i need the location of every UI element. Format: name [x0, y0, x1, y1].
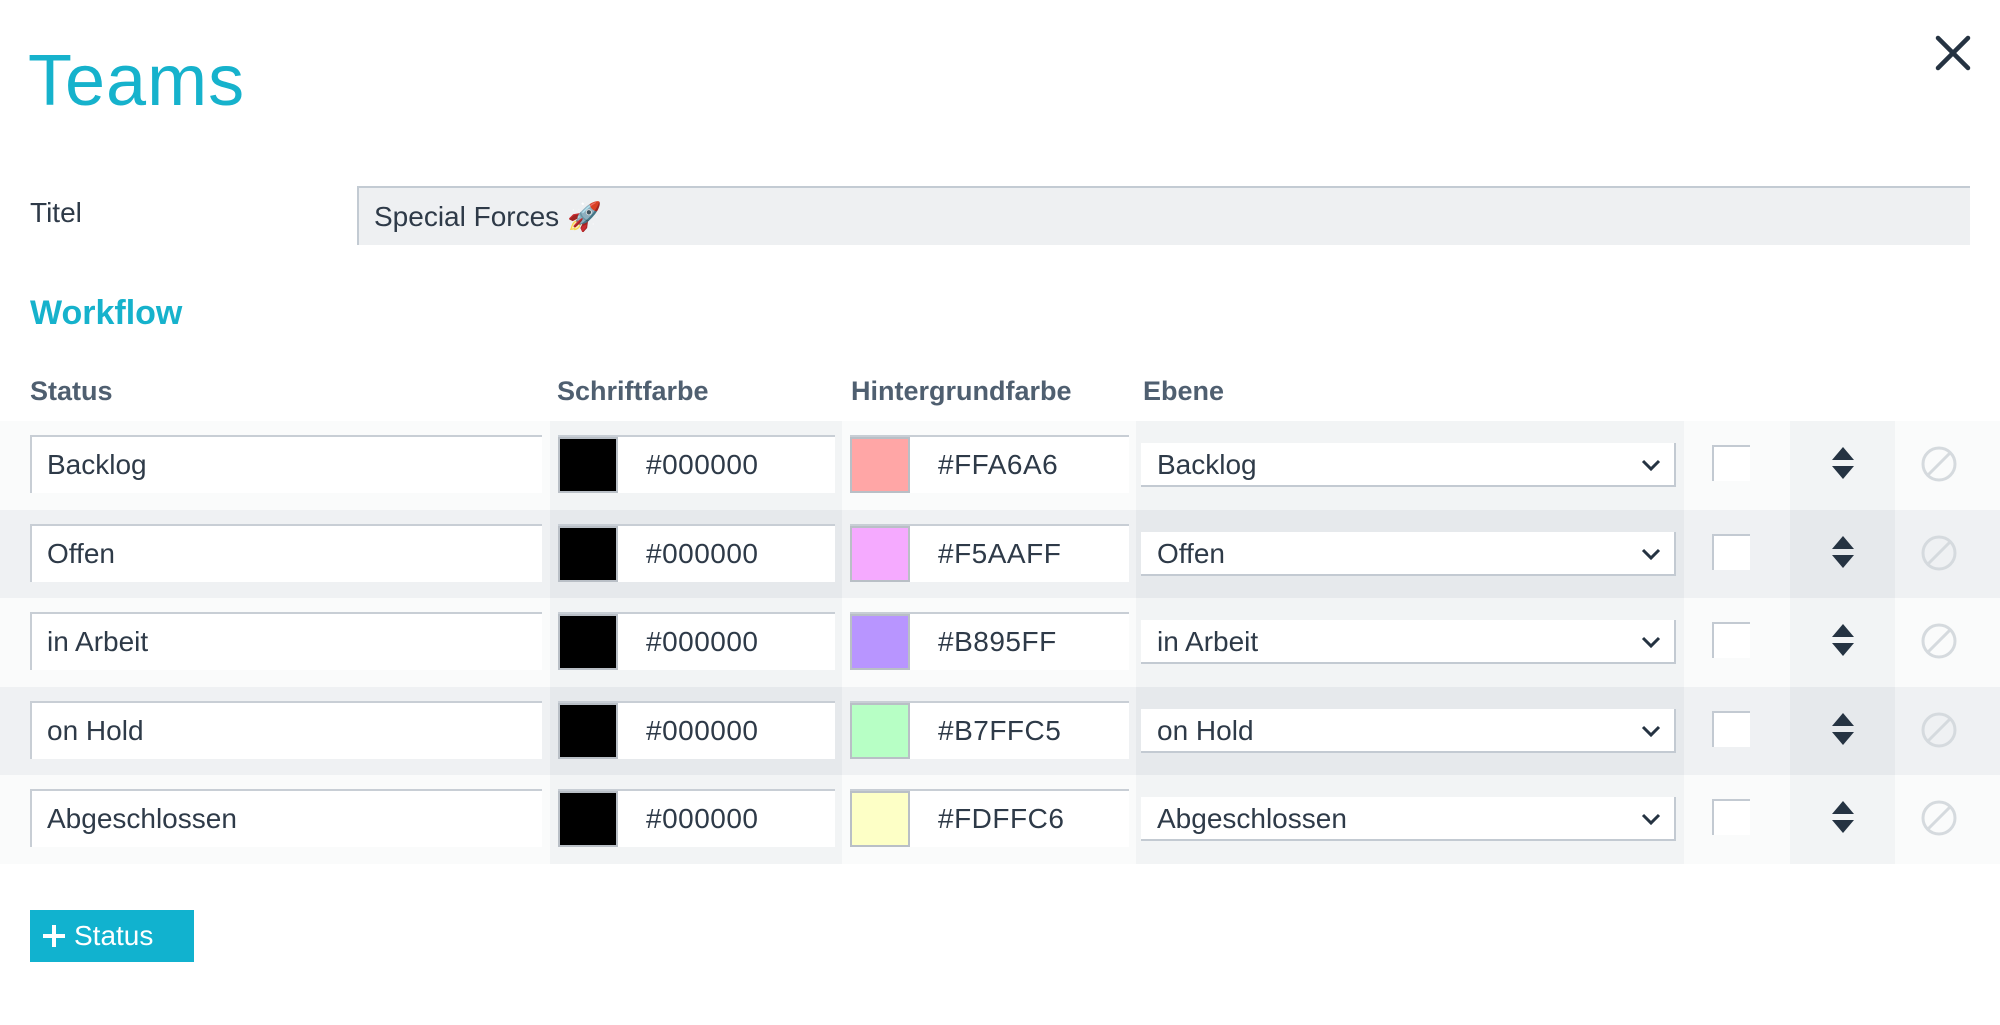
background-color-field[interactable]: #B895FF [850, 612, 1129, 671]
level-select-value: Abgeschlossen [1157, 803, 1347, 835]
font-color-swatch[interactable] [558, 437, 618, 493]
font-color-value: #000000 [646, 537, 759, 569]
background-color-value: #B895FF [938, 626, 1057, 658]
close-icon [1935, 35, 1971, 71]
font-color-swatch[interactable] [558, 702, 618, 759]
font-color-cell: #000000 [550, 686, 842, 776]
add-status-label: Status [74, 920, 154, 951]
status-cell [0, 510, 550, 599]
font-color-cell: #000000 [550, 775, 842, 864]
table-row: #000000 #FFA6A6 Backlog [0, 421, 2000, 510]
level-select[interactable]: on Hold [1141, 708, 1676, 753]
font-color-cell: #000000 [550, 509, 842, 599]
font-color-cell: #000000 [550, 421, 842, 510]
level-select[interactable]: Offen [1141, 531, 1676, 576]
font-color-field[interactable]: #000000 [558, 789, 835, 848]
status-name-input[interactable] [30, 435, 542, 493]
disable-icon[interactable] [1920, 445, 1958, 483]
background-color-field[interactable]: #FDFFC6 [850, 789, 1129, 848]
sort-handle-icon[interactable] [1830, 445, 1856, 481]
background-color-value: #F5AAFF [938, 537, 1062, 569]
sort-handle-icon[interactable] [1830, 711, 1856, 747]
table-row: #000000 #B895FF in Arbeit [0, 598, 2000, 687]
font-color-swatch[interactable] [558, 525, 618, 582]
level-select[interactable]: Backlog [1141, 443, 1676, 487]
background-color-swatch[interactable] [850, 791, 910, 848]
sort-handle-icon[interactable] [1830, 622, 1856, 658]
workflow-table: #000000 #FFA6A6 Backlog [0, 421, 2000, 864]
background-color-cell: #FDFFC6 [842, 775, 1136, 864]
background-color-swatch[interactable] [850, 702, 910, 759]
row-checkbox[interactable] [1712, 710, 1750, 747]
column-header-background-color: Hintergrundfarbe [851, 376, 1072, 406]
row-checkbox[interactable] [1712, 533, 1750, 570]
font-color-field[interactable]: #000000 [558, 612, 835, 671]
font-color-swatch[interactable] [558, 614, 618, 671]
background-color-cell: #FFA6A6 [842, 421, 1136, 510]
close-button[interactable] [1930, 30, 1976, 76]
font-color-value: #000000 [646, 714, 759, 746]
background-color-value: #FDFFC6 [938, 803, 1065, 835]
status-name-input[interactable] [30, 700, 542, 759]
level-select-value: in Arbeit [1157, 626, 1259, 658]
background-color-value: #B7FFC5 [938, 714, 1062, 746]
font-color-field[interactable]: #000000 [558, 435, 835, 493]
status-name-input[interactable] [30, 789, 542, 848]
disable-icon[interactable] [1920, 799, 1958, 837]
column-header-level: Ebene [1143, 376, 1225, 406]
add-status-button[interactable]: Status [30, 910, 194, 962]
level-select-value: Backlog [1157, 449, 1257, 480]
status-cell [0, 775, 550, 864]
chevron-down-icon [1641, 814, 1661, 826]
background-color-field[interactable]: #F5AAFF [850, 523, 1129, 582]
disable-icon[interactable] [1920, 711, 1958, 749]
title-input[interactable] [357, 186, 1970, 245]
plus-icon [43, 925, 65, 947]
background-color-field[interactable]: #B7FFC5 [850, 700, 1129, 759]
level-select-value: Offen [1157, 537, 1225, 569]
font-color-field[interactable]: #000000 [558, 523, 835, 582]
disable-icon[interactable] [1920, 622, 1958, 660]
status-cell [0, 598, 550, 687]
table-row: #000000 #FDFFC6 Abgeschlossen [0, 775, 2000, 864]
table-row: #000000 #B7FFC5 on Hold [0, 686, 2000, 776]
status-name-input[interactable] [30, 612, 542, 671]
background-color-cell: #B895FF [842, 598, 1136, 687]
font-color-swatch[interactable] [558, 791, 618, 848]
background-color-value: #FFA6A6 [938, 449, 1059, 480]
disable-icon[interactable] [1920, 534, 1958, 572]
background-color-swatch[interactable] [850, 525, 910, 582]
font-color-cell: #000000 [550, 598, 842, 687]
font-color-value: #000000 [646, 803, 759, 835]
level-select-value: on Hold [1157, 714, 1254, 746]
column-header-font-color: Schriftfarbe [557, 376, 709, 406]
chevron-down-icon [1641, 725, 1661, 737]
background-color-cell: #F5AAFF [842, 510, 1136, 599]
background-color-field[interactable]: #FFA6A6 [850, 435, 1129, 493]
chevron-down-icon [1641, 548, 1661, 560]
chevron-down-icon [1641, 459, 1661, 472]
font-color-value: #000000 [646, 449, 759, 480]
sort-handle-icon[interactable] [1830, 799, 1856, 835]
row-checkbox[interactable] [1712, 799, 1750, 836]
font-color-value: #000000 [646, 626, 759, 658]
sort-handle-icon[interactable] [1830, 534, 1856, 570]
chevron-down-icon [1641, 637, 1661, 649]
page-title: Teams [28, 41, 246, 121]
background-color-swatch[interactable] [850, 437, 910, 493]
status-cell [0, 687, 550, 776]
title-label: Titel [30, 197, 82, 228]
workflow-section-title: Workflow [30, 294, 183, 332]
status-cell [0, 421, 550, 510]
background-color-cell: #B7FFC5 [842, 687, 1136, 776]
level-select[interactable]: in Arbeit [1141, 620, 1676, 665]
column-header-status: Status [30, 376, 113, 406]
row-checkbox[interactable] [1712, 445, 1750, 481]
row-checkbox[interactable] [1712, 622, 1750, 659]
level-select[interactable]: Abgeschlossen [1141, 797, 1676, 842]
table-row: #000000 #F5AAFF Offen [0, 509, 2000, 599]
background-color-swatch[interactable] [850, 614, 910, 671]
font-color-field[interactable]: #000000 [558, 700, 835, 759]
status-name-input[interactable] [30, 523, 542, 582]
